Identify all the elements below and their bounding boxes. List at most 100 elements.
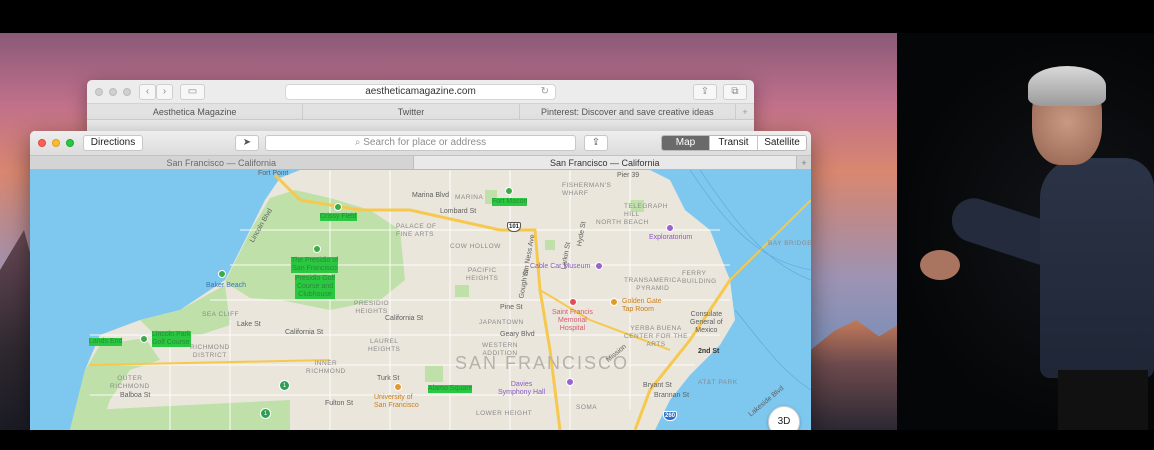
add-tab-icon[interactable]: + [797,156,811,169]
search-placeholder: Search for place or address [363,137,487,148]
label-baker-beach: Baker Beach [206,282,247,289]
label-soma: SOMA [576,404,598,411]
maps-minimize-button[interactable] [52,139,60,147]
chevron-left-icon[interactable]: ‹ [139,84,156,100]
maps-search-input[interactable]: ⌕ Search for place or address [265,135,576,151]
safari-minimize-button[interactable] [109,88,117,96]
label-richmond-district: RICHMOND DISTRICT [190,344,230,359]
label-davies: Davies Symphony Hall [498,381,546,396]
label-presidio: The Presidio of San Francisco [291,257,339,273]
label-ferry-building: FERRY BUILDING [682,270,717,285]
hospital-marker[interactable] [569,298,577,306]
mode-map-button[interactable]: Map [662,136,710,150]
keynote-stage: ‹ › ▭ aestheticamagazine.com ↻ ⇪ ⧉ Aesth… [0,0,1154,450]
label-cow-hollow: COW HOLLOW [450,243,501,250]
label-exploratorium: Exploratorium [649,234,693,241]
label-pier-39: Pier 39 [617,172,640,179]
safari-toolbar: ‹ › ▭ aestheticamagazine.com ↻ ⇪ ⧉ [87,80,754,104]
mode-transit-button[interactable]: Transit [710,136,758,150]
label-turk-st: Turk St [377,375,400,382]
presenter-legs [1058,370,1148,430]
mountain-right [807,320,897,430]
label-outer-richmond: OUTER RICHMOND [110,375,150,390]
add-tab-icon[interactable]: + [736,104,754,119]
label-balboa-st: Balboa St [120,392,151,399]
safari-tab[interactable]: Pinterest: Discover and save creative id… [520,104,736,119]
maps-tab[interactable]: San Francisco — California [30,156,414,169]
label-laurel-heights: LAUREL HEIGHTS [368,338,401,353]
label-consulate: Consulate General of Mexico [690,311,723,334]
label-fort-point: Fort Point [258,170,289,177]
safari-tab[interactable]: Twitter [303,104,520,119]
maps-window: Directions ➤ ⌕ Search for place or addre… [30,131,811,430]
label-pacific-heights: PACIFIC HEIGHTS [466,267,499,282]
label-marina-blvd: Marina Blvd [412,192,449,199]
map-canvas[interactable]: Fort Point Crissy Field Marina Blvd MARI… [30,170,811,430]
directions-button[interactable]: Directions [83,135,143,151]
label-2nd-st: 2nd St [698,348,720,355]
label-fulton-st: Fulton St [325,400,354,407]
label-yerba-buena: YERBA BUENA CENTER FOR THE ARTS [624,325,688,348]
label-lands-end: Lands End [89,338,123,346]
label-lombard: Lombard St [440,208,477,215]
share-icon[interactable]: ⇪ [584,135,608,151]
label-fishermans-wharf: FISHERMAN'S WHARF [562,182,612,197]
label-palace-fine-arts: PALACE OF FINE ARTS [396,223,437,238]
presenter-hand [920,250,960,280]
maps-toolbar: Directions ➤ ⌕ Search for place or addre… [30,131,811,156]
label-pine-st: Pine St [500,304,523,311]
music-marker[interactable] [566,378,574,386]
safari-tab[interactable]: Aesthetica Magazine [87,104,304,119]
label-marina: MARINA [455,194,484,201]
park-marker[interactable] [313,245,321,253]
label-california-st-2: California St [385,315,424,322]
landmark-marker[interactable] [394,383,402,391]
park-marker[interactable] [218,270,226,278]
maps-zoom-button[interactable] [66,139,74,147]
park-marker[interactable] [505,187,513,195]
label-telegraph-hill: TELEGRAPH HILL [624,203,668,218]
presenter [920,66,1154,430]
label-lake-st: Lake St [237,321,261,328]
safari-address-bar[interactable]: aestheticamagazine.com ↻ [285,84,556,100]
reload-icon[interactable]: ↻ [541,85,549,99]
safari-zoom-button[interactable] [123,88,131,96]
3d-view-button[interactable]: 3D [768,406,800,430]
label-crissy-field: Crissy Field [320,213,357,221]
safari-close-button[interactable] [95,88,103,96]
presenter-hair [1028,66,1106,106]
label-bay-bridge: BAY BRIDGE [768,240,811,247]
museum-marker[interactable] [595,262,603,270]
park-marker[interactable] [334,203,342,211]
label-north-beach: NORTH BEACH [596,219,649,226]
label-california-st: California St [285,329,324,336]
maps-tab-active[interactable]: San Francisco — California [413,156,797,169]
map-mode-segmented-control: Map Transit Satellite [661,135,807,151]
label-presidio-golf: Presidio Golf Course and Clubhouse [295,275,336,299]
label-city: SAN FRANCISCO [455,353,630,373]
label-lincoln-park: Lincoln Park Golf Course [152,331,191,347]
maps-close-button[interactable] [38,139,46,147]
maps-tab-bar: San Francisco — California San Francisco… [30,156,811,170]
mode-satellite-button[interactable]: Satellite [758,136,806,150]
label-usf: University of San Francisco [374,394,419,409]
label-lower-haight: LOWER HEIGHT [476,410,533,417]
tabs-overview-icon[interactable]: ⧉ [723,84,747,100]
sidebar-icon[interactable]: ▭ [180,84,205,100]
share-icon[interactable]: ⇪ [693,84,717,100]
transit-marker[interactable]: 1 [260,408,271,419]
transit-marker[interactable]: 1 [279,380,290,391]
label-japantown: JAPANTOWN [479,319,524,326]
safari-tab-bar: Aesthetica Magazine Twitter Pinterest: D… [87,104,754,120]
museum-marker[interactable] [666,224,674,232]
park-marker[interactable] [140,335,148,343]
location-arrow-icon[interactable]: ➤ [235,135,259,151]
search-icon: ⌕ [354,137,364,148]
label-att-park: AT&T PARK [698,379,738,386]
chevron-right-icon[interactable]: › [156,84,173,100]
label-brannan-st: Brannan St [654,392,690,399]
highway-shield-260: 260 [663,411,677,421]
label-saint-francis: Saint Francis Memorial Hospital [552,309,593,332]
label-presidio-heights: PRESIDIO HEIGHTS [354,300,390,315]
restaurant-marker[interactable] [610,298,618,306]
